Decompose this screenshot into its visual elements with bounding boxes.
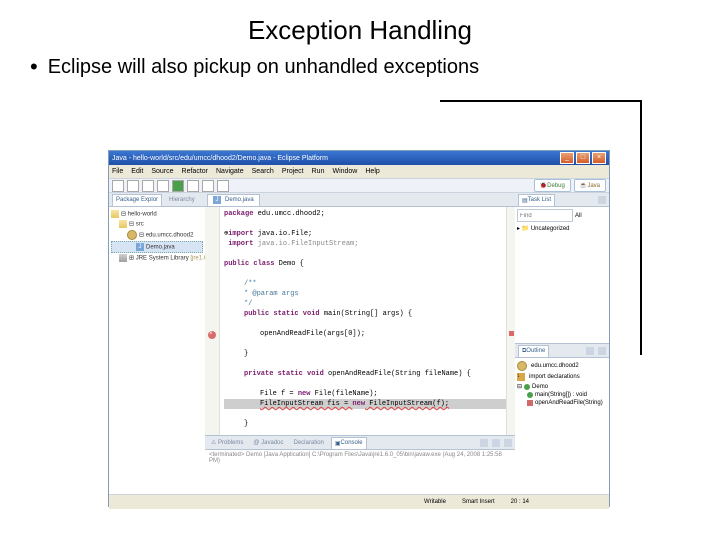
run-icon[interactable] [172,180,184,192]
slide-title: Exception Handling [30,15,690,46]
menu-edit[interactable]: Edit [131,168,143,175]
tab-problems[interactable]: ⚠ Problems [208,439,246,446]
new-icon[interactable] [112,180,124,192]
tab-javadoc[interactable]: @ Javadoc [250,440,286,446]
menu-refactor[interactable]: Refactor [182,168,208,175]
status-writable: Writable [424,499,446,505]
bullet-item: Eclipse will also pickup on unhandled ex… [30,54,690,80]
outline-class: ⊟ Demo [517,382,607,391]
project-node: ⊟ hello-world [111,209,203,219]
status-insert: Smart Insert [462,499,495,505]
debug-icon[interactable] [157,180,169,192]
tab-console[interactable]: ▣ Console [331,437,367,449]
status-position: 20 : 14 [511,499,529,505]
pkg-node: ⊟ edu.umcc.dhood2 [111,229,203,241]
file-node: JDemo.java [111,241,203,253]
pointer-line [440,100,642,355]
bottom-tabs: ⚠ Problems @ Javadoc Declaration ▣ Conso… [205,436,515,450]
menu-project[interactable]: Project [282,168,304,175]
console-body[interactable]: <terminated> Demo [Java Application] C:\… [205,450,515,494]
menu-run[interactable]: Run [312,168,325,175]
new-pkg-icon[interactable] [187,180,199,192]
search-icon[interactable] [217,180,229,192]
console-pin-icon[interactable] [480,439,488,447]
menu-file[interactable]: File [112,168,123,175]
outline-imports: ↓import declarations [517,372,607,382]
editor-tab-demo[interactable]: JDemo.java [207,194,260,206]
outline-pkg: edu.umcc.dhood2 [517,360,607,372]
src-node: ⊟ src [111,219,203,229]
editor-gutter [205,207,220,435]
package-explorer-tree[interactable]: ⊟ hello-world ⊟ src ⊟ edu.umcc.dhood2 JD… [109,207,205,494]
status-bar: Writable Smart Insert 20 : 14 [109,494,609,509]
menu-navigate[interactable]: Navigate [216,168,244,175]
left-view-tabs: Package Explor Hierarchy [109,193,205,207]
outline-fn: openAndReadFile(String) [517,399,607,407]
print-icon[interactable] [142,180,154,192]
error-line: FileInputStream fis = new FileInputStrea… [224,399,515,409]
jre-node: ⊞ JRE System Library [jre1.6.0_0] [111,253,203,263]
menu-search[interactable]: Search [252,168,274,175]
menu-window[interactable]: Window [332,168,357,175]
tab-hierarchy[interactable]: Hierarchy [166,197,198,203]
outline-panel[interactable]: edu.umcc.dhood2 ↓import declarations ⊟ D… [515,358,609,494]
outline-main: main(String[]) : void [517,391,607,399]
tab-declaration[interactable]: Declaration [291,440,327,446]
menu-source[interactable]: Source [151,168,173,175]
console-clear-icon[interactable] [492,439,500,447]
console-scroll-icon[interactable] [504,439,512,447]
error-marker-icon [208,331,216,339]
save-icon[interactable] [127,180,139,192]
tab-package-explorer[interactable]: Package Explor [112,194,162,206]
new-class-icon[interactable] [202,180,214,192]
menu-help[interactable]: Help [365,168,379,175]
